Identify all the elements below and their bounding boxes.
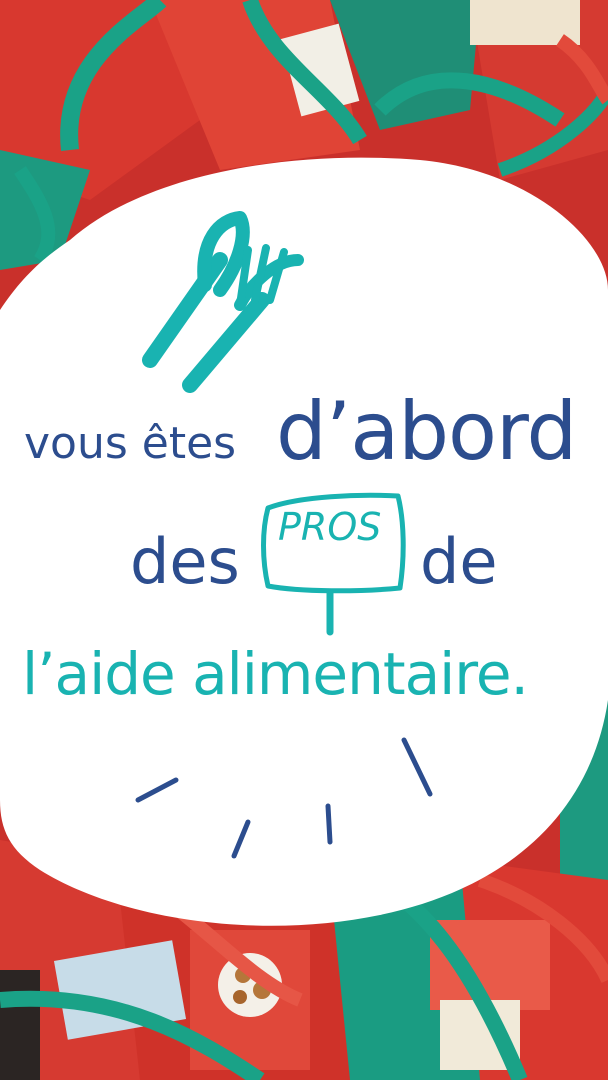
sign-word: PROS — [278, 505, 382, 549]
headline-line3: l’aide alimentaire. — [22, 640, 529, 708]
headline-line2-prefix: des — [130, 525, 240, 598]
headline-line2-suffix: de — [420, 525, 498, 598]
headline-line1-emphasis: d’abord — [276, 385, 577, 478]
headline-line1-prefix: vous êtes — [24, 418, 237, 469]
